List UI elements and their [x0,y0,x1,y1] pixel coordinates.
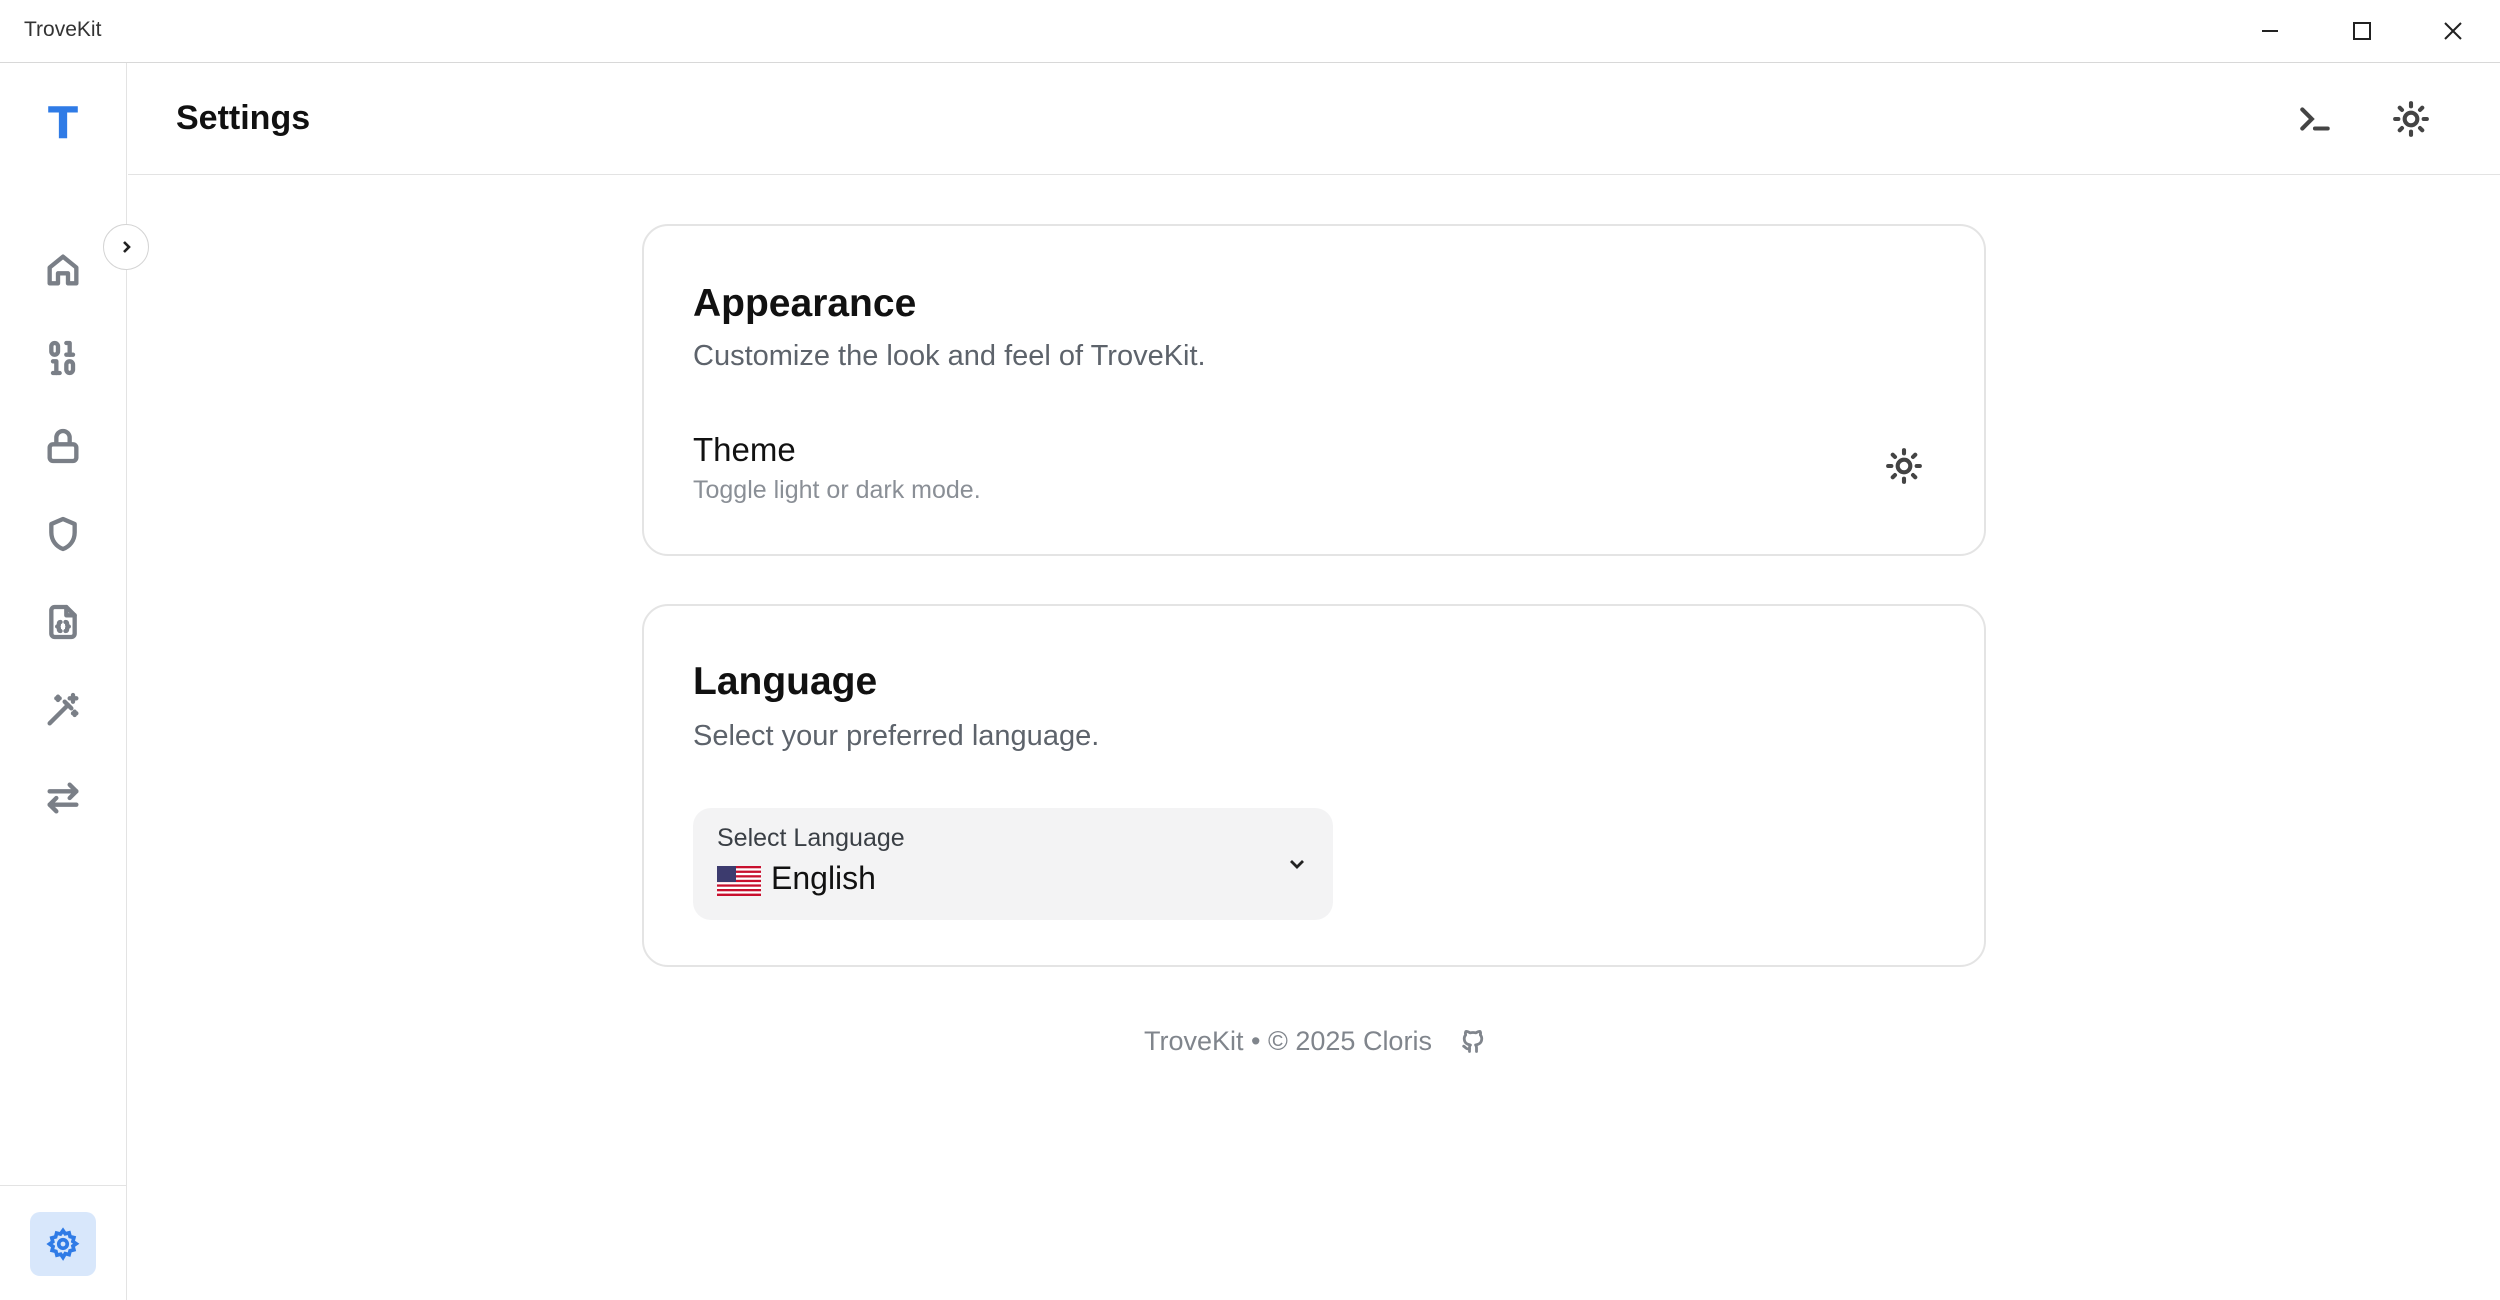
sidebar-item-binary[interactable] [33,328,93,388]
sidebar-item-convert[interactable] [33,768,93,828]
minimize-button[interactable] [2225,0,2315,62]
file-code-icon [49,604,77,640]
language-select-value: English [771,860,876,896]
window-title: TroveKit [24,18,102,41]
maximize-button[interactable] [2317,0,2407,62]
gear-icon [46,1227,80,1261]
sidebar-item-file-code[interactable] [33,592,93,652]
shield-icon [49,516,77,552]
appearance-subtitle: Customize the look and feel of TroveKit. [693,340,1206,372]
appearance-card: Appearance Customize the look and feel o… [642,224,1986,556]
sun-icon [1886,448,1922,484]
footer: TroveKit • © 2025 Cloris [1144,1021,1488,1061]
binary-icon [49,340,76,376]
terminal-icon [2300,107,2330,131]
close-button[interactable] [2408,0,2498,62]
close-icon [2444,22,2462,40]
theme-button[interactable] [2381,89,2441,149]
sidebar-item-shield[interactable] [33,504,93,564]
chevron-down-icon [1290,860,1304,869]
language-title: Language [693,660,878,703]
app-logo[interactable]: T [0,93,126,153]
sun-icon [2393,101,2429,137]
title-bar: TroveKit [0,0,2500,63]
maximize-icon [2353,22,2371,40]
minimize-icon [2262,30,2278,32]
language-card: Language Select your preferred language.… [642,604,1986,967]
home-icon [47,254,79,286]
theme-label: Theme [693,431,796,468]
page-header: Settings [128,63,2500,175]
github-link[interactable] [1458,1024,1488,1058]
terminal-button[interactable] [2285,89,2345,149]
chevron-right-icon [123,241,131,253]
sidebar-expand-button[interactable] [103,224,149,270]
language-subtitle: Select your preferred language. [693,720,1100,752]
language-select-chevron [1281,848,1313,880]
sidebar-item-settings[interactable] [30,1212,96,1276]
sidebar-item-magic[interactable] [33,680,93,740]
theme-description: Toggle light or dark mode. [693,476,981,504]
language-select-label: Select Language [717,824,905,852]
page-title: Settings [176,99,311,137]
theme-toggle-button[interactable] [1874,436,1934,496]
footer-text: TroveKit • © 2025 Cloris [1144,1025,1432,1056]
sidebar-item-home[interactable] [33,240,93,300]
arrows-exchange-icon [47,782,79,814]
magic-wand-icon [47,692,79,726]
appearance-title: Appearance [693,282,917,325]
language-select[interactable]: Select Language English [693,808,1333,920]
lock-icon [47,428,79,464]
sidebar-item-lock[interactable] [33,416,93,476]
us-flag-icon [717,866,761,896]
github-icon [1462,1030,1484,1053]
sidebar-divider [0,1185,126,1186]
